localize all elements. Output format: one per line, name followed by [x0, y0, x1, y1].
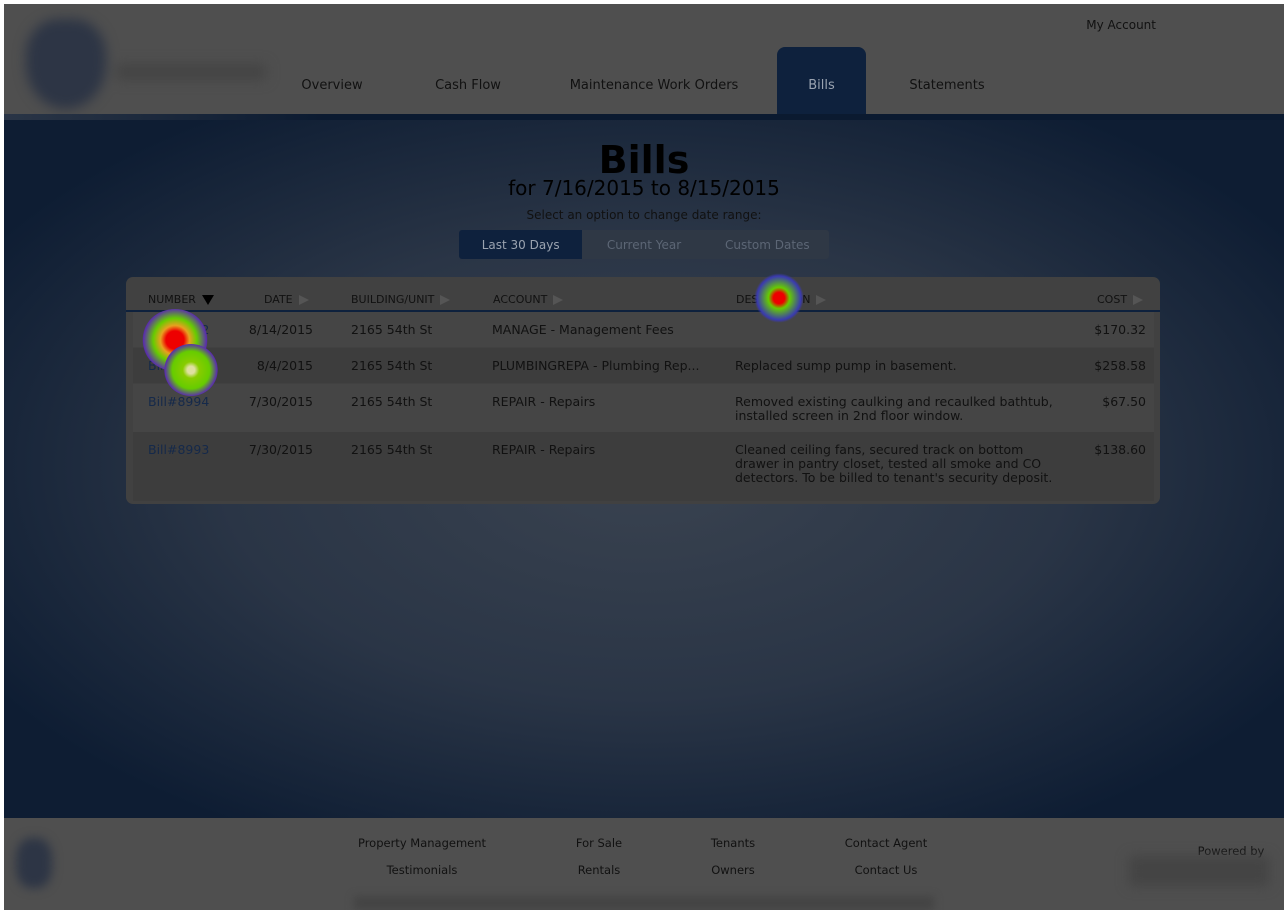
powered-by-logo[interactable] — [1129, 856, 1269, 886]
table-row: Bill#9005 8/4/2015 2165 54th St PLUMBINGREP… — [133, 348, 1154, 383]
footer-link[interactable]: Rentals — [578, 863, 621, 877]
company-logo[interactable] — [16, 14, 276, 109]
column-label: ACCOUNT — [493, 293, 548, 306]
footer: Property Management Testimonials For Sale R… — [4, 818, 1284, 910]
column-header-date[interactable]: DATE — [264, 293, 309, 306]
sort-arrow-icon — [816, 294, 827, 305]
cell-date: 7/30/2015 — [248, 442, 313, 457]
date-range-subtitle: for 7/16/2015 to 8/15/2015 — [508, 176, 780, 200]
tab-maintenance-work-orders[interactable]: Maintenance Work Orders — [564, 47, 744, 120]
column-header-number[interactable]: NUMBER — [148, 293, 214, 306]
cell-building: 2165 54th St — [351, 442, 433, 457]
column-header-account[interactable]: ACCOUNT — [493, 293, 564, 306]
table-row: Bill#8994 7/30/2015 2165 54th St REPAIR - R… — [133, 384, 1154, 432]
range-last-30-days[interactable]: Last 30 Days — [459, 230, 583, 259]
date-range-prompt: Select an option to change date range: — [526, 208, 762, 222]
cell-account: REPAIR - Repairs — [492, 394, 596, 409]
column-header-cost[interactable]: COST — [1097, 293, 1144, 306]
cell-account: MANAGE - Management Fees — [492, 322, 674, 337]
footer-link[interactable]: For Sale — [576, 836, 622, 850]
footer-link[interactable]: Contact Agent — [845, 836, 927, 850]
sort-arrow-icon — [440, 294, 451, 305]
cell-building: 2165 54th St — [351, 358, 433, 373]
cell-description: Removed existing caulking and recaulked … — [735, 394, 1053, 423]
cell-account: PLUMBINGREPA - Plumbing Rep... — [492, 358, 700, 373]
sort-desc-icon — [201, 294, 214, 305]
copyright-bar — [354, 896, 934, 910]
cell-cost: $138.60 — [1094, 442, 1146, 457]
cell-description: Cleaned ceiling fans, secured track on b… — [735, 442, 1053, 485]
footer-link[interactable]: Tenants — [711, 836, 755, 850]
tab-overview[interactable]: Overview — [282, 47, 382, 120]
main-content: Bills for 7/16/2015 to 8/15/2015 Select … — [4, 114, 1284, 818]
cell-building: 2165 54th St — [351, 394, 433, 409]
cell-cost: $170.32 — [1094, 322, 1146, 337]
header: My Account Overview Cash Flow Maintenanc… — [4, 4, 1284, 120]
column-label: COST — [1097, 293, 1128, 306]
bill-number-link[interactable]: Bill#8994 — [148, 395, 209, 409]
tab-bills[interactable]: Bills — [777, 47, 866, 120]
column-label: NUMBER — [148, 293, 196, 306]
cell-description: Replaced sump pump in basement. — [735, 358, 957, 373]
cell-cost: $258.58 — [1094, 358, 1146, 373]
footer-link[interactable]: Owners — [711, 863, 755, 877]
tab-cash-flow[interactable]: Cash Flow — [418, 47, 518, 120]
range-custom-dates[interactable]: Custom Dates — [706, 230, 829, 259]
column-header-building[interactable]: BUILDING/UNIT — [351, 293, 451, 306]
bills-table: NUMBER DATE BUILDING/UNIT ACCOUNT DESCRI… — [126, 277, 1160, 504]
footer-link[interactable]: Property Management — [358, 836, 486, 850]
bill-number-link[interactable]: Bill#8993 — [148, 443, 209, 457]
footer-logo — [16, 838, 156, 888]
date-range-selector: Last 30 Days Current Year Custom Dates — [459, 230, 829, 259]
range-current-year[interactable]: Current Year — [582, 230, 705, 259]
sort-arrow-icon — [1133, 294, 1144, 305]
cell-date: 7/30/2015 — [248, 394, 313, 409]
column-label: DATE — [264, 293, 293, 306]
cell-date: 8/14/2015 — [248, 322, 313, 337]
column-header-description[interactable]: DESCRIPTION — [736, 293, 827, 306]
column-label: BUILDING/UNIT — [351, 293, 435, 306]
column-label: DESCRIPTION — [736, 293, 811, 306]
footer-link[interactable]: Testimonials — [387, 863, 458, 877]
bill-number-link[interactable]: Bill#9052 — [148, 323, 209, 337]
tab-statements[interactable]: Statements — [897, 47, 997, 120]
sort-arrow-icon — [298, 294, 309, 305]
page: My Account Overview Cash Flow Maintenanc… — [4, 4, 1284, 910]
bill-number-link[interactable]: Bill#9005 — [148, 359, 209, 373]
cell-account: REPAIR - Repairs — [492, 442, 596, 457]
cell-date: 8/4/2015 — [256, 358, 313, 373]
footer-link[interactable]: Contact Us — [855, 863, 918, 877]
table-row: Bill#8993 7/30/2015 2165 54th St REPAIR - R… — [133, 432, 1154, 501]
my-account-link[interactable]: My Account — [1086, 18, 1156, 32]
cell-building: 2165 54th St — [351, 322, 433, 337]
cell-cost: $67.50 — [1102, 394, 1146, 409]
sort-arrow-icon — [553, 294, 564, 305]
table-row: Bill#9052 8/14/2015 2165 54th St MANAGE - M… — [133, 312, 1154, 347]
